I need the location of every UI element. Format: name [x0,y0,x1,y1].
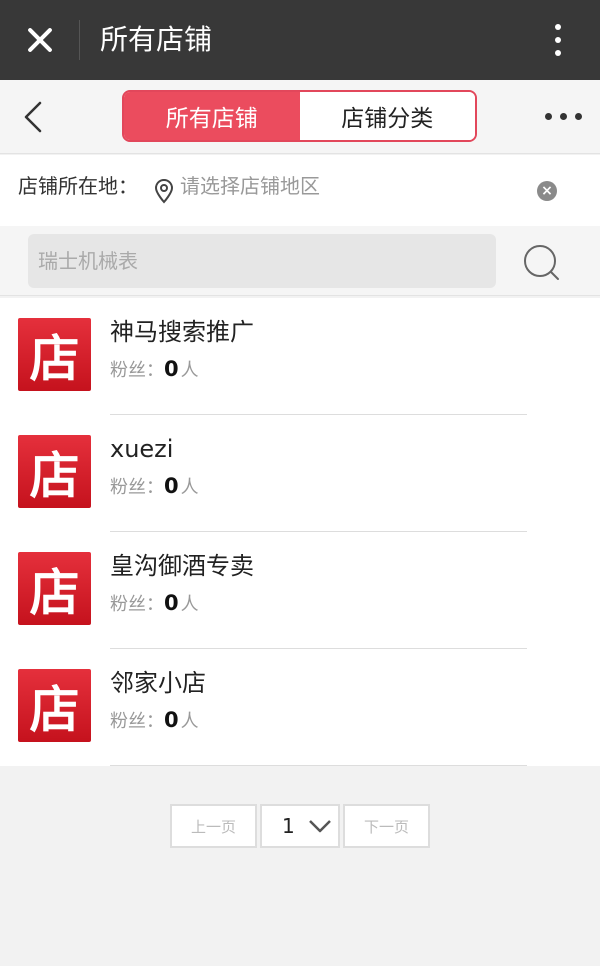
title-separator [79,20,80,60]
location-pin-icon [154,178,174,204]
clear-location-icon[interactable]: × [537,181,557,201]
store-name[interactable]: xuezi [110,433,173,465]
page-select[interactable]: 1 [260,804,340,848]
search-input[interactable] [28,234,496,288]
fans-unit: 人 [180,360,199,381]
store-list: 店 神马搜索推广 粉丝：0 人 店 xuezi 粉丝：0 人 店 皇沟御酒专卖 粉丝… [0,298,600,766]
prev-page-button[interactable]: 上一页 [170,804,257,848]
store-logo: 店 [18,318,91,391]
divider [110,765,527,766]
tab-store-categories[interactable]: 店铺分类 [299,92,475,140]
store-name[interactable]: 皇沟御酒专卖 [110,550,254,582]
list-item[interactable]: 店 邻家小店 粉丝：0 人 [0,649,600,766]
store-name[interactable]: 邻家小店 [110,667,206,699]
fans-count: 0 [164,591,179,615]
vertical-more-icon[interactable] [548,22,568,58]
chevron-down-icon [309,820,331,833]
store-logo: 店 [18,552,91,625]
tab-all-stores[interactable]: 所有店铺 [124,92,300,140]
location-label: 店铺所在地： [18,174,138,198]
location-filter[interactable]: 店铺所在地： 请选择店铺地区 × [0,155,600,226]
location-placeholder[interactable]: 请选择店铺地区 [180,171,320,201]
fans-label: 粉丝： [110,594,164,615]
search-icon[interactable] [522,243,562,283]
store-fans: 粉丝：0 人 [110,472,199,502]
search-bar [0,226,600,296]
page-number: 1 [282,814,295,838]
back-arrow-icon[interactable] [22,100,46,134]
store-fans: 粉丝：0 人 [110,355,199,385]
fans-count: 0 [164,357,179,381]
nav-bar: 所有店铺 店铺分类 [0,80,600,154]
fans-unit: 人 [180,594,199,615]
fans-unit: 人 [180,711,199,732]
close-icon[interactable] [22,22,58,58]
list-item[interactable]: 店 皇沟御酒专卖 粉丝：0 人 [0,532,600,649]
next-page-button[interactable]: 下一页 [343,804,430,848]
store-name[interactable]: 神马搜索推广 [110,316,254,348]
fans-label: 粉丝： [110,360,164,381]
more-dots-icon[interactable] [545,113,585,121]
fans-count: 0 [164,708,179,732]
pagination: 上一页 1 下一页 [170,804,430,848]
list-item[interactable]: 店 xuezi 粉丝：0 人 [0,415,600,532]
page-title: 所有店铺 [100,23,213,56]
store-logo: 店 [18,669,91,742]
fans-label: 粉丝： [110,711,164,732]
store-fans: 粉丝：0 人 [110,706,199,736]
list-item[interactable]: 店 神马搜索推广 粉丝：0 人 [0,298,600,415]
fans-unit: 人 [180,477,199,498]
store-tabs: 所有店铺 店铺分类 [122,90,477,142]
store-fans: 粉丝：0 人 [110,589,199,619]
fans-label: 粉丝： [110,477,164,498]
title-bar: 所有店铺 [0,0,600,80]
fans-count: 0 [164,474,179,498]
store-logo: 店 [18,435,91,508]
